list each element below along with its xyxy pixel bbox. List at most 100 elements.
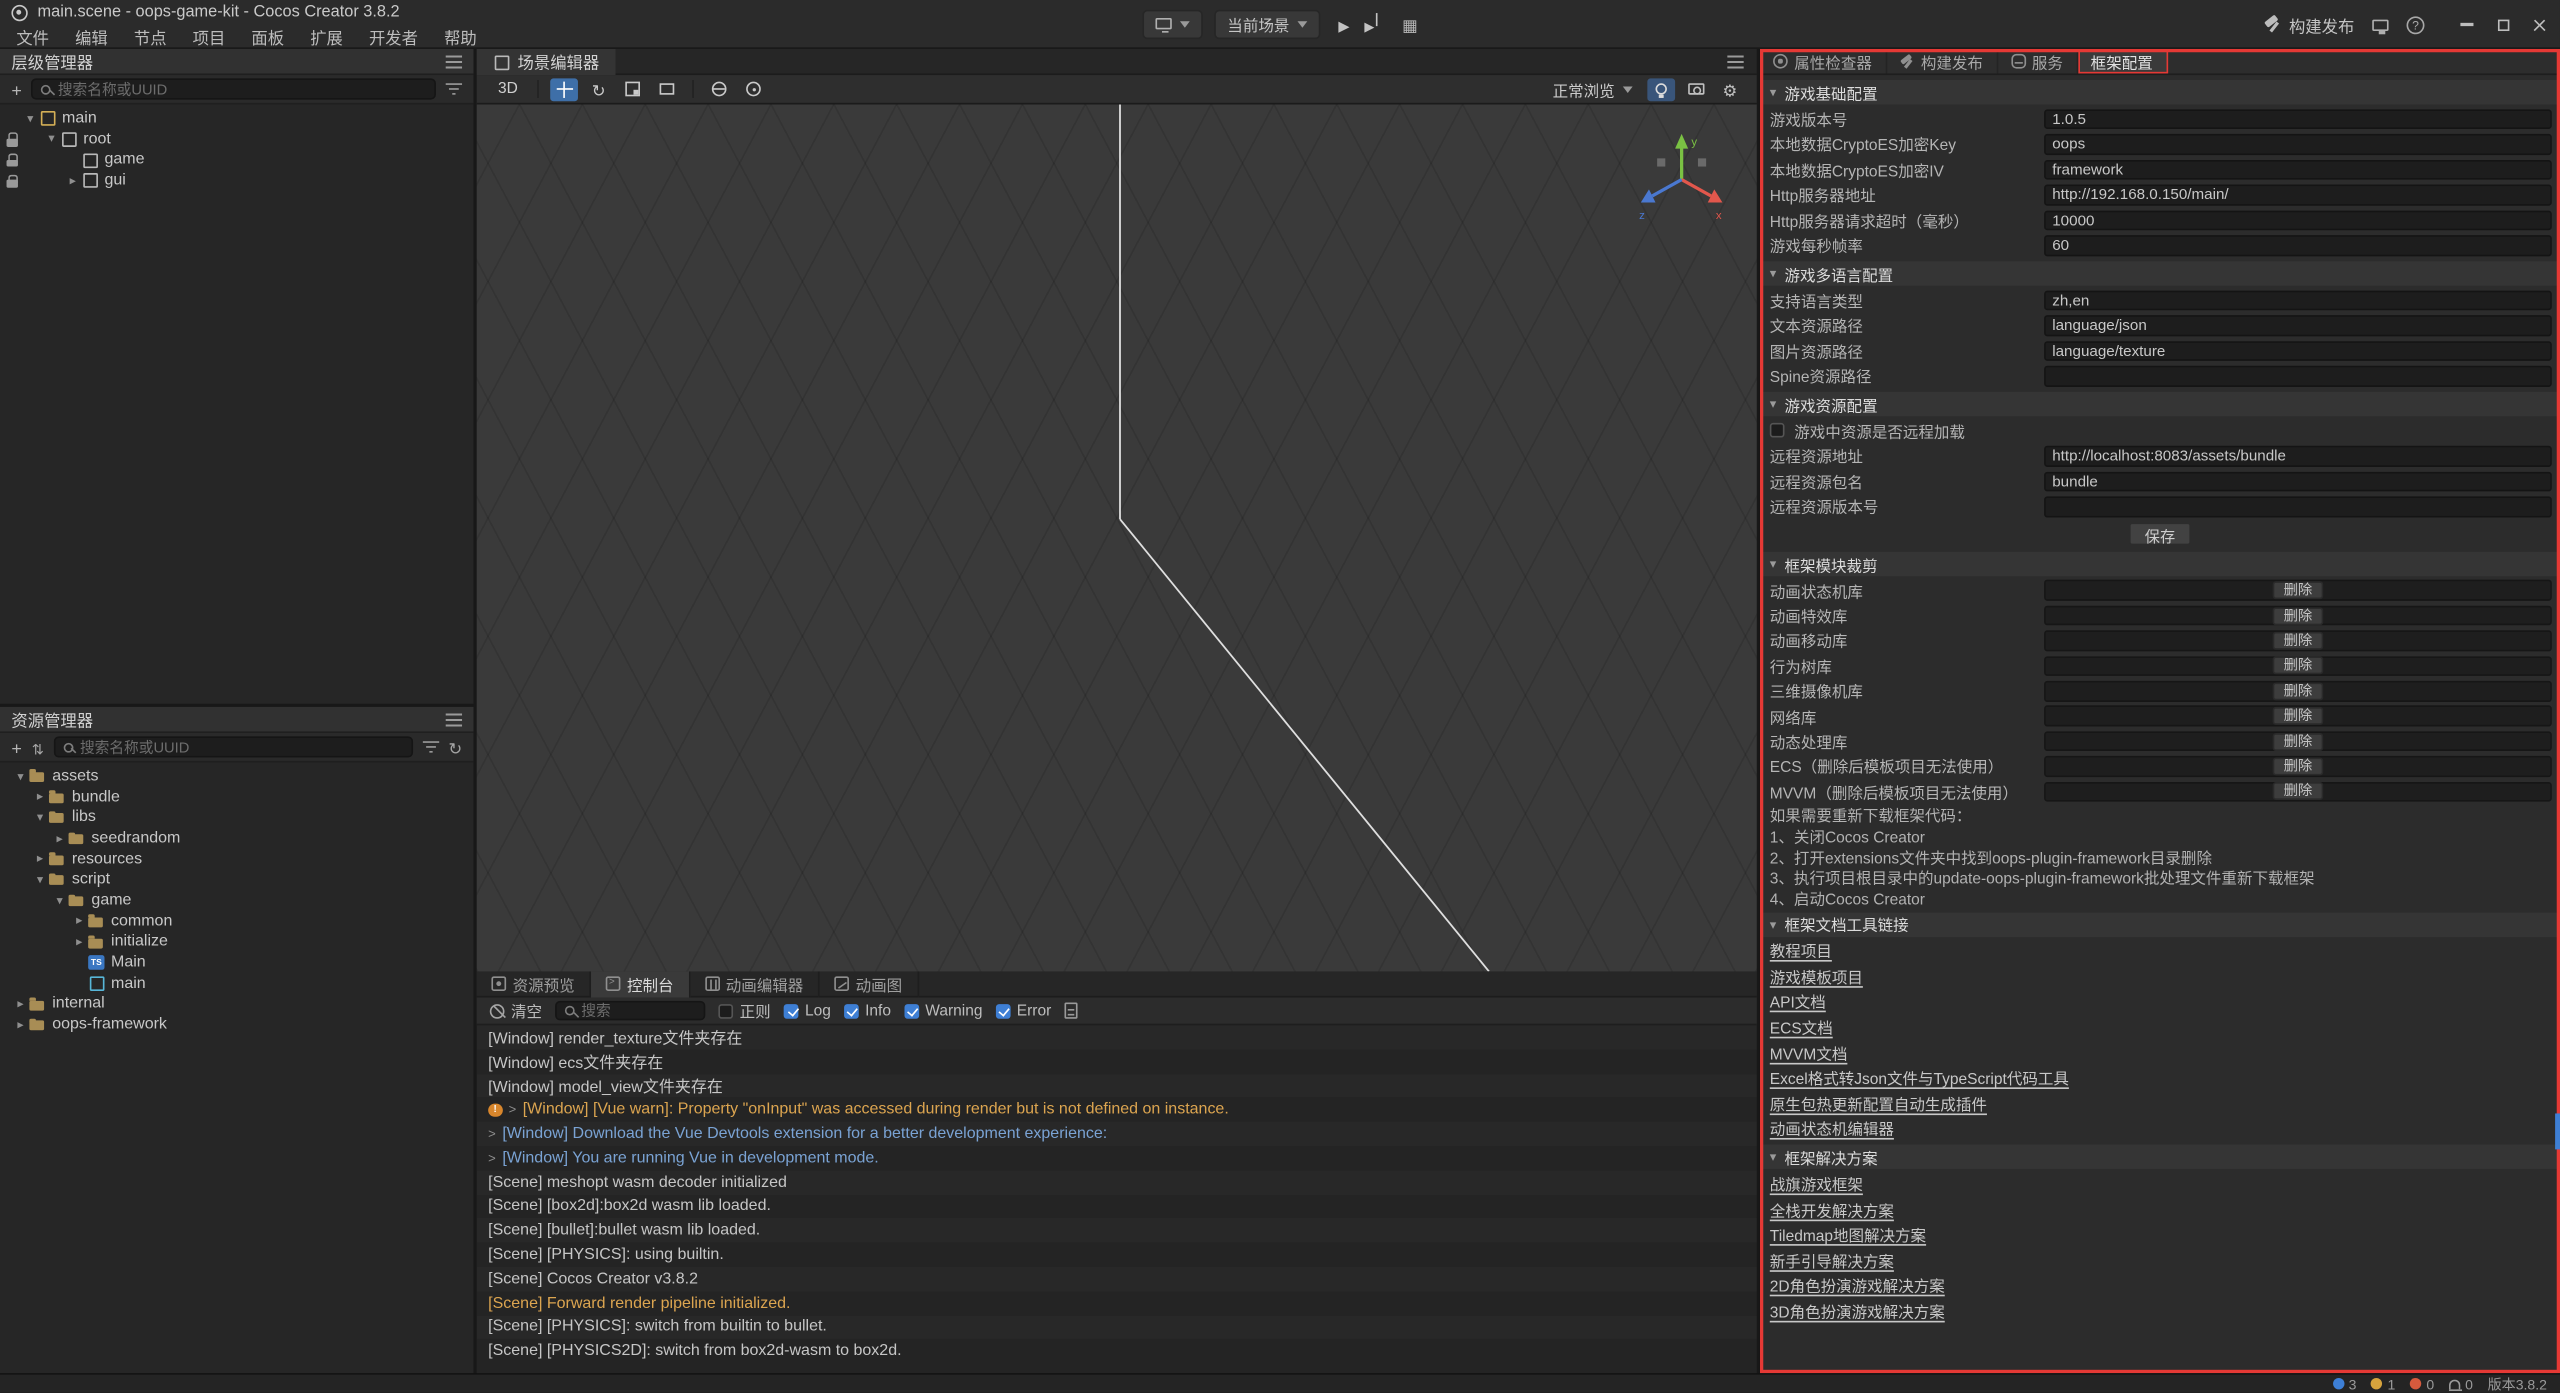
play-button[interactable] [1338, 9, 1349, 38]
log-row[interactable]: [Scene] [PHYSICS]: switch from builtin t… [477, 1315, 1757, 1339]
inspector-tab[interactable]: 构建发布 [1887, 49, 1998, 73]
property-input[interactable] [2044, 366, 2552, 386]
inspector-tab[interactable]: 服务 [1998, 49, 2078, 73]
console-area-tab[interactable]: 动画图 [820, 971, 919, 997]
delete-module-button[interactable]: 删除 [2272, 707, 2324, 725]
step-frame-button[interactable] [1364, 9, 1374, 38]
property-input[interactable] [2044, 109, 2552, 129]
section-language-config[interactable]: 游戏多语言配置 [1760, 261, 2560, 285]
asset-row[interactable]: oops-framework [0, 1014, 473, 1035]
doc-link[interactable]: 原生包热更新配置自动生成插件 [1760, 1091, 2560, 1116]
filter-checkbox[interactable] [904, 1003, 919, 1018]
rect-tool-button[interactable] [653, 78, 681, 101]
expand-caret-icon[interactable] [488, 1151, 496, 1166]
hierarchy-node-row[interactable]: game [0, 149, 473, 170]
log-row[interactable]: [Window] ecs文件夹存在 [477, 1049, 1757, 1073]
build-publish-button[interactable]: 构建发布 [2263, 12, 2354, 36]
refresh-icon[interactable] [448, 732, 462, 761]
log-row[interactable]: [Window] model_view文件夹存在 [477, 1074, 1757, 1098]
asset-row[interactable]: seedrandom [0, 828, 473, 849]
expand-caret-icon[interactable] [488, 1127, 496, 1142]
asset-row[interactable]: initialize [0, 931, 473, 952]
lock-icon[interactable] [6, 133, 17, 147]
doc-link[interactable]: 游戏模板项目 [1760, 963, 2560, 988]
property-input[interactable] [2044, 184, 2552, 204]
asset-row[interactable]: Main [0, 952, 473, 973]
filter-icon[interactable] [422, 740, 438, 753]
menu-item[interactable]: 扩展 [297, 24, 356, 48]
delete-module-button[interactable]: 删除 [2272, 582, 2324, 600]
current-scene-dropdown[interactable]: 当前场景 [1214, 9, 1320, 38]
asset-row[interactable]: resources [0, 849, 473, 870]
expand-arrow-icon[interactable] [72, 915, 87, 927]
log-row[interactable]: [Scene] [bullet]:bullet wasm lib loaded. [477, 1219, 1757, 1243]
expand-arrow-icon[interactable] [33, 853, 48, 865]
minimize-button[interactable] [2449, 3, 2485, 45]
solution-link[interactable]: Tiledmap地图解决方案 [1760, 1222, 2560, 1247]
collapse-logs-icon[interactable] [1064, 1002, 1077, 1018]
property-input[interactable] [2044, 134, 2552, 154]
lock-icon[interactable] [6, 153, 17, 167]
remote-load-checkbox[interactable] [1770, 423, 1785, 438]
warning-count[interactable]: 1 [2371, 1376, 2395, 1392]
info-count[interactable]: 3 [2332, 1376, 2356, 1392]
doc-link[interactable]: Excel格式转Json文件与TypeScript代码工具 [1760, 1065, 2560, 1090]
doc-link[interactable]: ECS文档 [1760, 1014, 2560, 1039]
panel-menu-icon[interactable] [1727, 55, 1743, 68]
console-area-tab[interactable]: 动画编辑器 [690, 971, 820, 997]
preview-window-icon[interactable] [2372, 19, 2388, 30]
scene-settings-button[interactable] [1716, 78, 1744, 101]
scene-viewport[interactable]: y x z [477, 104, 1757, 971]
move-tool-button[interactable] [550, 78, 578, 101]
filter-checkbox[interactable] [844, 1003, 859, 1018]
inspector-tab[interactable]: 框架配置 [2078, 49, 2168, 73]
property-input[interactable] [2044, 496, 2552, 516]
doc-link[interactable]: MVVM文档 [1760, 1040, 2560, 1065]
property-input[interactable] [2044, 471, 2552, 491]
property-input[interactable] [2044, 235, 2552, 255]
log-row[interactable]: [Scene] [box2d]:box2d wasm lib loaded. [477, 1194, 1757, 1218]
asset-row[interactable]: assets [0, 766, 473, 787]
asset-row[interactable]: game [0, 890, 473, 911]
hierarchy-node-row[interactable]: root [0, 128, 473, 149]
log-filter-toggle[interactable]: Log [784, 1002, 831, 1020]
menu-item[interactable]: 编辑 [62, 24, 121, 48]
property-input[interactable] [2044, 315, 2552, 335]
save-button[interactable]: 保存 [2128, 523, 2191, 545]
close-button[interactable] [2521, 3, 2557, 45]
sort-assets-icon[interactable] [32, 732, 44, 761]
expand-arrow-icon[interactable] [33, 874, 48, 886]
section-basic-config[interactable]: 游戏基础配置 [1760, 80, 2560, 104]
log-row[interactable]: [Scene] Cocos Creator v3.8.2 [477, 1267, 1757, 1291]
delete-module-button[interactable]: 删除 [2272, 632, 2324, 650]
log-filter-toggle[interactable]: Info [844, 1002, 891, 1020]
assets-search-input[interactable] [80, 739, 403, 755]
create-node-button[interactable] [11, 74, 22, 103]
expand-arrow-icon[interactable] [44, 133, 59, 145]
property-input[interactable] [2044, 210, 2552, 230]
expand-arrow-icon[interactable] [13, 770, 28, 782]
log-row[interactable]: [Window] [Vue warn]: Property "onInput" … [477, 1098, 1757, 1122]
asset-row[interactable]: main [0, 973, 473, 994]
scrollbar-thumb[interactable] [2554, 1113, 2559, 1149]
expand-arrow-icon[interactable] [13, 998, 28, 1010]
pivot-toggle-button[interactable] [740, 78, 768, 101]
section-doc-links[interactable]: 框架文档工具链接 [1760, 912, 2560, 936]
log-row[interactable]: [Scene] [PHYSICS]: using builtin. [477, 1243, 1757, 1267]
camera-settings-button[interactable] [1682, 78, 1710, 101]
view-mode-dropdown[interactable]: 正常浏览 [1544, 78, 1640, 101]
clear-console-button[interactable]: 清空 [490, 999, 542, 1022]
log-row[interactable]: [Scene] meshopt wasm decoder initialized [477, 1170, 1757, 1194]
section-module-trim[interactable]: 框架模块裁剪 [1760, 552, 2560, 576]
rotate-tool-button[interactable] [585, 78, 613, 101]
delete-module-button[interactable]: 删除 [2272, 783, 2324, 801]
lighting-toggle-button[interactable] [1647, 78, 1675, 101]
notification-count[interactable]: 0 [2449, 1376, 2473, 1392]
maximize-button[interactable] [2485, 3, 2521, 45]
menu-item[interactable]: 节点 [121, 24, 180, 48]
expand-caret-icon[interactable] [509, 1102, 517, 1117]
section-solutions[interactable]: 框架解决方案 [1760, 1145, 2560, 1169]
panel-menu-icon[interactable] [446, 713, 462, 726]
lock-icon[interactable] [6, 174, 17, 188]
transform-space-button[interactable] [706, 78, 734, 101]
